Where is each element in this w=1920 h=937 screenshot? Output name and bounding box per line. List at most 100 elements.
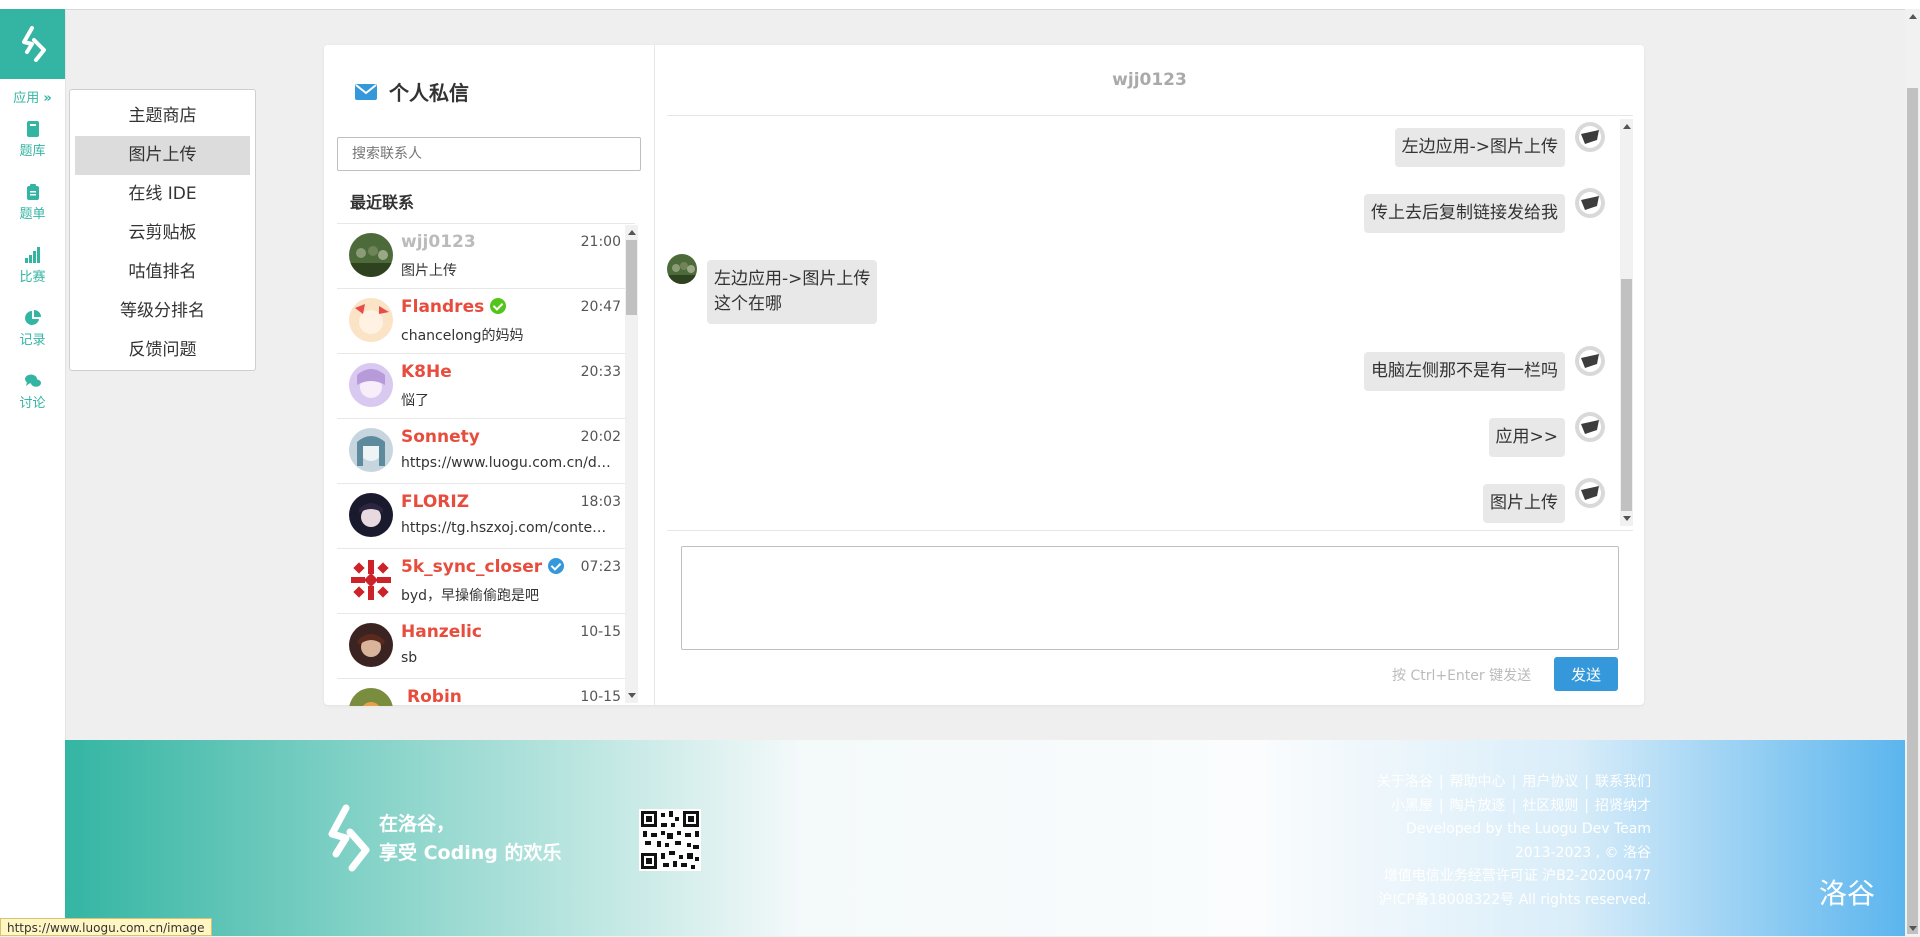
contact-name: wjj0123 xyxy=(401,232,476,252)
nav-apps-label: 应用 xyxy=(13,91,40,106)
scroll-down-arrow-icon[interactable] xyxy=(1623,516,1631,521)
footer-link-ostracism[interactable]: 陶片放逐 xyxy=(1450,798,1506,814)
nav-item-records[interactable]: 记录 xyxy=(0,309,65,348)
contact-name: K8He xyxy=(401,362,452,382)
send-button[interactable]: 发送 xyxy=(1554,657,1618,691)
nav-item-label: 讨论 xyxy=(19,396,46,411)
footer-link-blacklist[interactable]: 小黑屋 xyxy=(1391,798,1433,814)
nav-item-label: 记录 xyxy=(19,333,46,348)
contact-list: wjj0123 21:00 图片上传 Flandres 20:47 chance… xyxy=(337,223,635,706)
menu-item-rating-ranking[interactable]: 等级分排名 xyxy=(75,292,250,331)
nav-item-problems[interactable]: 题库 xyxy=(0,120,65,159)
contact-time: 20:33 xyxy=(580,364,621,380)
envelope-icon xyxy=(355,83,377,100)
footer-link-jobs[interactable]: 招贤纳才 xyxy=(1595,798,1651,814)
message-sent: 电脑左侧那不是有一栏吗 xyxy=(1364,346,1605,391)
contact-last-message: sb xyxy=(401,650,418,666)
menu-item-online-ide[interactable]: 在线 IDE xyxy=(75,175,250,214)
footer-slogan-line: 在洛谷， xyxy=(379,813,456,835)
scroll-up-arrow-icon[interactable] xyxy=(1623,124,1631,129)
contact-time: 18:03 xyxy=(580,494,621,510)
contact-name: Robin xyxy=(407,687,462,706)
footer-icp[interactable]: 沪ICP备18008322号 All rights reserved. xyxy=(1377,889,1651,913)
menu-item-paste[interactable]: 云剪贴板 xyxy=(75,214,250,253)
chat-peer-name: wjj0123 xyxy=(1112,70,1187,90)
message-sent: 图片上传 xyxy=(1483,478,1605,523)
contact-last-message: byd，早操偷偷跑是吧 xyxy=(401,588,540,604)
menu-item-theme-store[interactable]: 主题商店 xyxy=(75,97,250,136)
footer-slogan-line: 享受 Coding 的欢乐 xyxy=(379,842,562,864)
contact-last-message: 悩了 xyxy=(401,393,429,409)
message-input[interactable] xyxy=(681,546,1619,650)
footer-link-help[interactable]: 帮助中心 xyxy=(1450,774,1506,790)
footer-slogan: 在洛谷， 享受 Coding 的欢乐 xyxy=(379,810,561,868)
luogu-logo[interactable] xyxy=(0,9,65,79)
contact-time: 21:00 xyxy=(580,234,621,250)
footer-link-contact[interactable]: 联系我们 xyxy=(1595,774,1651,790)
scroll-down-arrow-icon[interactable] xyxy=(1909,926,1917,931)
double-chevron-right-icon: » xyxy=(43,91,52,106)
nav-item-label: 比赛 xyxy=(19,270,46,285)
scroll-up-arrow-icon[interactable] xyxy=(628,230,636,235)
avatar xyxy=(349,558,393,602)
menu-item-image-upload[interactable]: 图片上传 xyxy=(75,136,250,175)
contact-item[interactable]: K8He 20:33 悩了 xyxy=(337,354,635,419)
avatar xyxy=(667,254,697,284)
contact-last-message: https://www.luogu.com.cn/discuss/123456 xyxy=(401,455,613,471)
message-sent: 传上去后复制链接发给我 xyxy=(1364,188,1605,233)
contact-last-message: https://tg.hszxoj.com/contest/123 xyxy=(401,520,613,536)
contact-item[interactable]: Hanzelic 10-15 sb xyxy=(337,614,635,679)
menu-item-ranking[interactable]: 咕值排名 xyxy=(75,253,250,292)
contact-item[interactable]: wjj0123 21:00 图片上传 xyxy=(337,224,635,289)
bar-chart-icon xyxy=(24,247,40,263)
footer: 在洛谷， 享受 Coding 的欢乐 关于洛谷 | 帮助中心 | 用户协议 | 联系我们 小… xyxy=(65,740,1905,936)
footer-link-about[interactable]: 关于洛谷 xyxy=(1377,774,1433,790)
contact-search-input[interactable] xyxy=(337,137,641,171)
avatar xyxy=(1575,346,1605,376)
menu-item-feedback[interactable]: 反馈问题 xyxy=(75,331,250,370)
page-title-text: 个人私信 xyxy=(389,81,469,105)
footer-link-rules[interactable]: 社区规则 xyxy=(1522,798,1578,814)
contacts-panel: 个人私信 最近联系 wjj0123 21:00 图片上传 Flandres 20… xyxy=(324,45,655,706)
contact-item[interactable]: Flandres 20:47 chancelong的妈妈 xyxy=(337,289,635,354)
contact-name-text: 5k_sync_closer xyxy=(401,557,543,577)
contact-name: Sonnety xyxy=(401,427,480,447)
avatar xyxy=(349,493,393,537)
footer-links: 关于洛谷 | 帮助中心 | 用户协议 | 联系我们 小黑屋 | 陶片放逐 | 社区规则 | 招贤纳才 D… xyxy=(1377,771,1651,912)
avatar xyxy=(349,233,393,277)
scroll-down-arrow-icon[interactable] xyxy=(628,693,636,698)
contact-last-message: 图片上传 xyxy=(401,263,457,279)
nav-item-discuss[interactable]: 讨论 xyxy=(0,372,65,411)
nav-item-contest[interactable]: 比赛 xyxy=(0,246,65,285)
scrollbar-thumb[interactable] xyxy=(626,240,637,315)
messages-card: 个人私信 最近联系 wjj0123 21:00 图片上传 Flandres 20… xyxy=(324,45,1644,706)
scrollbar-thumb[interactable] xyxy=(1907,88,1918,934)
nav-item-training[interactable]: 题单 xyxy=(0,183,65,222)
page-scrollbar[interactable] xyxy=(1905,9,1920,936)
contact-time: 10-15 xyxy=(580,689,621,705)
contact-list-scrollbar[interactable] xyxy=(625,225,638,703)
message-bubble: 电脑左侧那不是有一栏吗 xyxy=(1364,352,1565,391)
contact-item[interactable]: Robin 10-15 xyxy=(337,679,635,706)
avatar xyxy=(1575,478,1605,508)
contact-item[interactable]: FLORIZ 18:03 https://tg.hszxoj.com/conte… xyxy=(337,484,635,549)
luogu-logo xyxy=(328,804,370,872)
avatar xyxy=(349,623,393,667)
message-bubble: 左边应用->图片上传 这个在哪 xyxy=(707,260,878,324)
contact-item[interactable]: Sonnety 20:02 https://www.luogu.com.cn/d… xyxy=(337,419,635,484)
chat-scrollbar[interactable] xyxy=(1620,119,1633,526)
contact-item[interactable]: 5k_sync_closer 07:23 byd，早操偷偷跑是吧 xyxy=(337,549,635,614)
contact-name: 5k_sync_closer xyxy=(401,557,565,577)
nav-apps-toggle[interactable]: 应用 » xyxy=(0,87,65,106)
scrollbar-thumb[interactable] xyxy=(1621,279,1632,511)
verified-badge-icon xyxy=(490,298,507,314)
recent-contacts-heading: 最近联系 xyxy=(350,193,415,212)
nav-item-label: 题单 xyxy=(19,207,46,222)
avatar xyxy=(349,363,393,407)
footer-link-terms[interactable]: 用户协议 xyxy=(1522,774,1578,790)
contact-name: Flandres xyxy=(401,297,507,317)
footer-license[interactable]: 增值电信业务经营许可证 沪B2-20200477 xyxy=(1377,865,1651,889)
apps-dropdown-menu: 主题商店 图片上传 在线 IDE 云剪贴板 咕值排名 等级分排名 反馈问题 xyxy=(69,89,256,371)
scroll-up-arrow-icon[interactable] xyxy=(1909,14,1917,19)
message-sent: 应用>> xyxy=(1488,412,1605,457)
